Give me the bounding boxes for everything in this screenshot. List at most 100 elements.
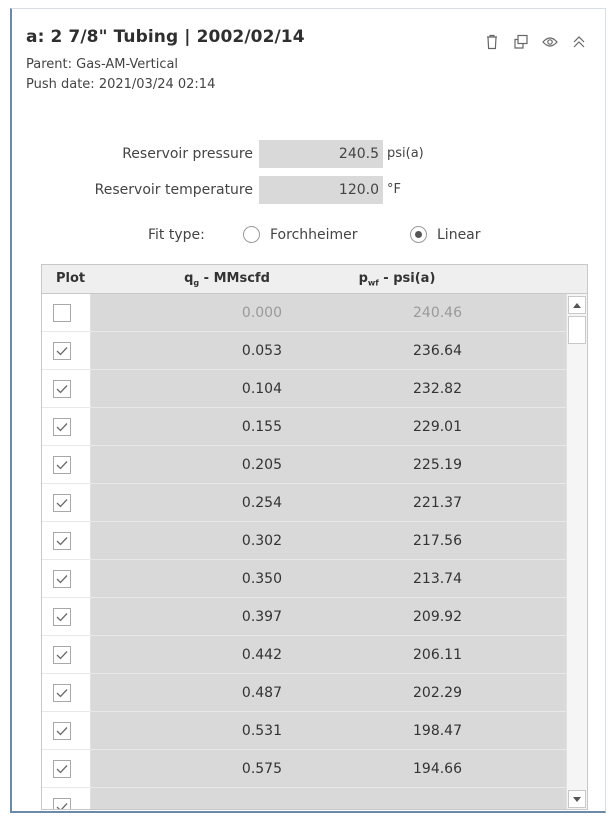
plot-checkbox[interactable] (53, 684, 71, 702)
header-toolbar (477, 31, 593, 53)
check-icon (56, 499, 68, 508)
check-icon (56, 385, 68, 394)
gas-rate-cell[interactable]: 0.397 (162, 609, 282, 625)
plot-checkbox[interactable] (53, 380, 71, 398)
plot-checkbox[interactable] (53, 570, 71, 588)
gas-rate-cell[interactable]: 0.053 (162, 343, 282, 359)
table-row[interactable]: 0.155 229.01 (42, 408, 567, 446)
table-row[interactable]: 0.000 240.46 (42, 294, 567, 332)
radio-linear[interactable] (410, 226, 427, 243)
ipr-data-table: Plot qg - MMscfd pwf - psi(a) 0.000 240.4… (41, 264, 588, 810)
reservoir-temperature-input[interactable] (259, 176, 383, 204)
plot-cell (42, 750, 91, 787)
plot-cell (42, 598, 91, 635)
plot-cell (42, 332, 91, 369)
gas-rate-cell[interactable]: 0.205 (162, 457, 282, 473)
plot-cell (42, 712, 91, 749)
table-row[interactable]: 0.397 209.92 (42, 598, 567, 636)
gas-rate-cell[interactable]: 0.254 (162, 495, 282, 511)
radio-forchheimer-label[interactable]: Forchheimer (270, 227, 358, 243)
table-row[interactable]: 0.205 225.19 (42, 446, 567, 484)
table-row[interactable]: 0.487 202.29 (42, 674, 567, 712)
scroll-up-icon[interactable] (568, 296, 586, 314)
flowing-pressure-cell[interactable]: 232.82 (342, 381, 462, 397)
flowing-pressure-cell[interactable]: 209.92 (342, 609, 462, 625)
flowing-pressure-cell[interactable]: 194.66 (342, 761, 462, 777)
plot-checkbox[interactable] (53, 722, 71, 740)
plot-checkbox[interactable] (53, 494, 71, 512)
flowing-pressure-cell[interactable]: 221.37 (342, 495, 462, 511)
check-icon (56, 575, 68, 584)
flowing-pressure-cell[interactable]: 225.19 (342, 457, 462, 473)
plot-checkbox[interactable] (53, 304, 71, 322)
flowing-pressure-column-header[interactable]: pwf - psi(a) (322, 271, 472, 288)
copy-icon[interactable] (506, 31, 535, 53)
gas-rate-cell[interactable]: 0.104 (162, 381, 282, 397)
table-row[interactable]: 0.350 213.74 (42, 560, 567, 598)
panel-title: a: 2 7/8" Tubing | 2002/02/14 (26, 27, 305, 47)
plot-checkbox[interactable] (53, 342, 71, 360)
push-date-label: Push date: 2021/03/24 02:14 (26, 77, 216, 92)
check-icon (56, 537, 68, 546)
scrollbar-thumb[interactable] (568, 316, 586, 344)
check-icon (56, 689, 68, 698)
collapse-icon[interactable] (564, 31, 593, 53)
plot-cell (42, 674, 91, 711)
radio-linear-label[interactable]: Linear (437, 227, 481, 243)
gas-rate-cell[interactable]: 0.000 (162, 305, 282, 321)
flowing-pressure-cell[interactable]: 213.74 (342, 571, 462, 587)
delete-icon[interactable] (477, 31, 506, 53)
plot-cell (42, 788, 91, 809)
gas-rate-cell[interactable]: 0.350 (162, 571, 282, 587)
plot-column-header[interactable]: Plot (56, 271, 85, 286)
gas-rate-cell[interactable]: 0.442 (162, 647, 282, 663)
flowing-pressure-cell[interactable]: 217.56 (342, 533, 462, 549)
radio-forchheimer[interactable] (243, 226, 260, 243)
gas-rate-cell[interactable]: 0.487 (162, 685, 282, 701)
plot-checkbox[interactable] (53, 646, 71, 664)
plot-cell (42, 408, 91, 445)
view-icon[interactable] (535, 31, 564, 53)
gas-rate-cell[interactable]: 0.531 (162, 723, 282, 739)
flowing-pressure-cell[interactable]: 206.11 (342, 647, 462, 663)
scroll-down-icon[interactable] (568, 790, 586, 808)
table-row[interactable]: 0.442 206.11 (42, 636, 567, 674)
plot-cell (42, 370, 91, 407)
plot-checkbox[interactable] (53, 608, 71, 626)
plot-cell (42, 294, 91, 331)
plot-checkbox[interactable] (53, 456, 71, 474)
flowing-pressure-cell[interactable]: 198.47 (342, 723, 462, 739)
check-icon (56, 803, 68, 809)
gas-rate-column-header[interactable]: qg - MMscfd (152, 271, 302, 288)
fit-type-label: Fit type: (148, 227, 205, 243)
table-row[interactable]: 0.053 236.64 (42, 332, 567, 370)
reservoir-pressure-unit: psi(a) (387, 146, 424, 161)
flowing-pressure-cell[interactable]: 240.46 (342, 305, 462, 321)
table-row[interactable]: 0.104 232.82 (42, 370, 567, 408)
table-row[interactable]: 0.302 217.56 (42, 522, 567, 560)
reservoir-pressure-input[interactable] (259, 140, 383, 168)
flowing-pressure-cell[interactable]: 229.01 (342, 419, 462, 435)
gas-rate-cell[interactable]: 0.155 (162, 419, 282, 435)
plot-cell (42, 484, 91, 521)
flowing-pressure-cell[interactable]: 202.29 (342, 685, 462, 701)
plot-checkbox[interactable] (53, 798, 71, 809)
parent-label: Parent: Gas-AM-Vertical (26, 57, 179, 72)
plot-checkbox[interactable] (53, 532, 71, 550)
check-icon (56, 727, 68, 736)
check-icon (56, 613, 68, 622)
vertical-scrollbar[interactable] (566, 294, 587, 809)
table-header: Plot qg - MMscfd pwf - psi(a) (42, 265, 587, 294)
plot-checkbox[interactable] (53, 418, 71, 436)
reservoir-pressure-row: Reservoir pressure psi(a) (12, 140, 608, 168)
table-row[interactable]: 0.575 194.66 (42, 750, 567, 788)
plot-checkbox[interactable] (53, 760, 71, 778)
gas-rate-cell[interactable]: 0.575 (162, 761, 282, 777)
flowing-pressure-cell[interactable]: 236.64 (342, 343, 462, 359)
table-row[interactable]: 0.254 221.37 (42, 484, 567, 522)
gas-rate-cell[interactable]: 0.302 (162, 533, 282, 549)
table-row[interactable]: 0.531 198.47 (42, 712, 567, 750)
table-row[interactable] (42, 788, 567, 809)
plot-cell (42, 522, 91, 559)
plot-cell (42, 636, 91, 673)
